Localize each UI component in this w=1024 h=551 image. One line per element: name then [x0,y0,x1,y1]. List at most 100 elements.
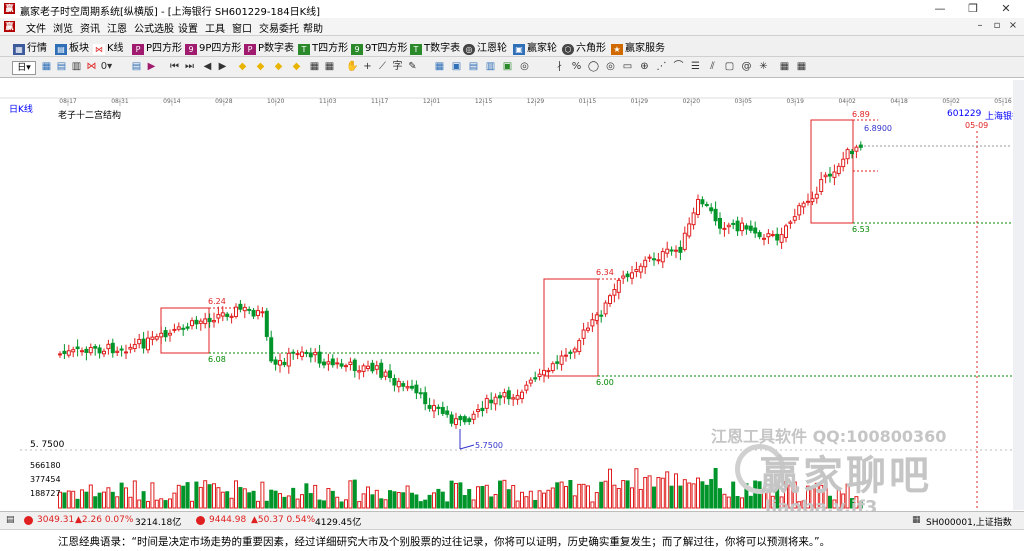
prev-icon[interactable]: ◀ [201,61,214,73]
candle-body [291,351,296,354]
p-square-button[interactable]: P P四方形 [132,39,182,55]
ellipse-icon[interactable]: ◯ [587,61,600,73]
diamond-3-icon[interactable]: ◆ [272,61,285,73]
t-table-button[interactable]: T T数字表 [410,39,460,55]
list-icon[interactable]: ▤ [55,61,68,73]
first-icon[interactable]: ⏮ [168,61,181,73]
status-bar: ▤ 3049.31 ▲2.26 0.07% 3214.18亿 9444.98 ▲… [0,511,1024,529]
draw-icon[interactable]: ✎ [406,61,419,73]
wheel-icon[interactable]: ◎ [518,61,531,73]
candle-body [374,365,379,370]
diamond-2-icon[interactable]: ◆ [254,61,267,73]
vertical-scrollbar[interactable] [1013,80,1024,510]
winner-wheel-button[interactable]: ▣ 赢家轮 [513,39,557,55]
chart-icon[interactable]: ▤ [467,61,480,73]
rect-icon[interactable]: ▭ [621,61,634,73]
menu-file[interactable]: 文件 [26,20,46,35]
candle-body [207,317,212,323]
volume-axis-low: 188727 [30,489,61,498]
t-square-button[interactable]: T T四方形 [298,39,348,55]
candle-body [282,361,287,366]
calc-icon[interactable]: ▦ [433,61,446,73]
9t-square-button[interactable]: 9 9T四方形 [351,39,407,55]
next-icon[interactable]: ▶ [216,61,229,73]
sh-index[interactable]: 3049.31 [37,515,74,525]
arc-icon[interactable]: ⌒ [672,61,685,73]
box-3[interactable] [810,119,854,224]
menu-trade[interactable]: 交易委托 [259,20,299,35]
candle-body [819,179,824,192]
hand-icon[interactable]: ✋ [346,61,359,73]
reference-index[interactable]: SH000001,上证指数 [926,515,1012,528]
volume-bar [256,500,260,509]
kline-type-icon[interactable]: ⋈ [85,61,98,73]
play-icon[interactable]: ▶ [145,61,158,73]
hexagon-button[interactable]: ⬡ 六角形 [562,39,606,55]
channel-icon[interactable]: ⫽ [706,61,719,73]
box-icon[interactable]: ▢ [723,61,736,73]
line-icon[interactable]: ⟋ [376,61,389,73]
menu-browse[interactable]: 浏览 [53,20,73,35]
box-1[interactable] [160,307,210,354]
winner-service-label: 赢家服务 [625,43,665,54]
crosshair-icon[interactable]: + [361,61,374,73]
mdi-restore-icon[interactable]: ▫ [990,19,1004,33]
menu-tools[interactable]: 工具 [205,20,225,35]
candle-body [638,265,643,273]
menu-formula[interactable]: 公式选股 [134,20,174,35]
gann-wheel-button[interactable]: ◎ 江恩轮 [463,39,507,55]
save-icon[interactable]: ▣ [450,61,463,73]
circle-icon[interactable]: ◎ [604,61,617,73]
sz-index[interactable]: 9444.98 [209,515,246,525]
table-1-icon[interactable]: ▦ [308,61,321,73]
export-icon[interactable]: ▣ [501,61,514,73]
diamond-4-icon[interactable]: ◆ [290,61,303,73]
p-table-button[interactable]: P P数字表 [244,39,294,55]
menu-gann[interactable]: 江恩 [107,20,127,35]
9p-square-button[interactable]: 9 9P四方形 [185,39,241,55]
date-label: 01-15 [579,98,597,105]
candle-body [93,346,98,349]
mdi-minimize-icon[interactable]: – [973,19,987,33]
spiral-icon[interactable]: @ [740,61,753,73]
quotes-button[interactable]: ▦ 行情 [13,39,47,55]
box-2[interactable] [543,278,599,377]
sector-button[interactable]: ▤ 板块 [55,39,89,55]
zero-select-icon[interactable]: 0▾ [100,61,113,73]
app-menu-icon[interactable]: 赢 [4,21,15,32]
fib-icon[interactable]: ☰ [689,61,702,73]
cycle-icon[interactable]: ⊕ [638,61,651,73]
winner-service-button[interactable]: ★ 赢家服务 [611,39,665,55]
print-icon[interactable]: ▥ [484,61,497,73]
candle-body [555,361,560,364]
gann-fan-icon[interactable]: ✳ [757,61,770,73]
status-menu-icon[interactable]: ▤ [6,515,15,525]
volume-bar [374,489,379,509]
percent-icon[interactable]: % [570,61,583,73]
minimize-button[interactable]: — [924,0,956,18]
maximize-button[interactable]: ❐ [957,0,989,18]
table-4-icon[interactable]: ▦ [795,61,808,73]
mdi-close-icon[interactable]: × [1006,19,1020,33]
gann-quote: 江恩经典语录：“时间是决定市场走势的重要因素，经过详细研究大市及个别股票的过往记… [58,536,831,548]
text-icon[interactable]: 字 [391,61,404,73]
close-button[interactable]: ✕ [990,0,1022,18]
period-select[interactable]: 日▾ [12,61,36,75]
candle-body [801,202,806,208]
measure-icon[interactable]: ∤ [553,61,566,73]
menu-window[interactable]: 窗口 [232,20,252,35]
menu-help[interactable]: 帮助 [303,20,323,35]
zoom-icon[interactable]: ▤ [130,61,143,73]
volume-bar [326,487,331,509]
last-icon[interactable]: ⏭ [183,61,196,73]
grid-icon[interactable]: ▥ [70,61,83,73]
candle-body [440,407,445,414]
fan-icon[interactable]: ⋰ [655,61,668,73]
menu-settings[interactable]: 设置 [178,20,198,35]
layout-icon[interactable]: ▦ [40,61,53,73]
table-2-icon[interactable]: ▦ [323,61,336,73]
menu-info[interactable]: 资讯 [80,20,100,35]
diamond-1-icon[interactable]: ◆ [236,61,249,73]
table-3-icon[interactable]: ▦ [778,61,791,73]
kline-button[interactable]: ⋈ K线 [93,39,124,55]
